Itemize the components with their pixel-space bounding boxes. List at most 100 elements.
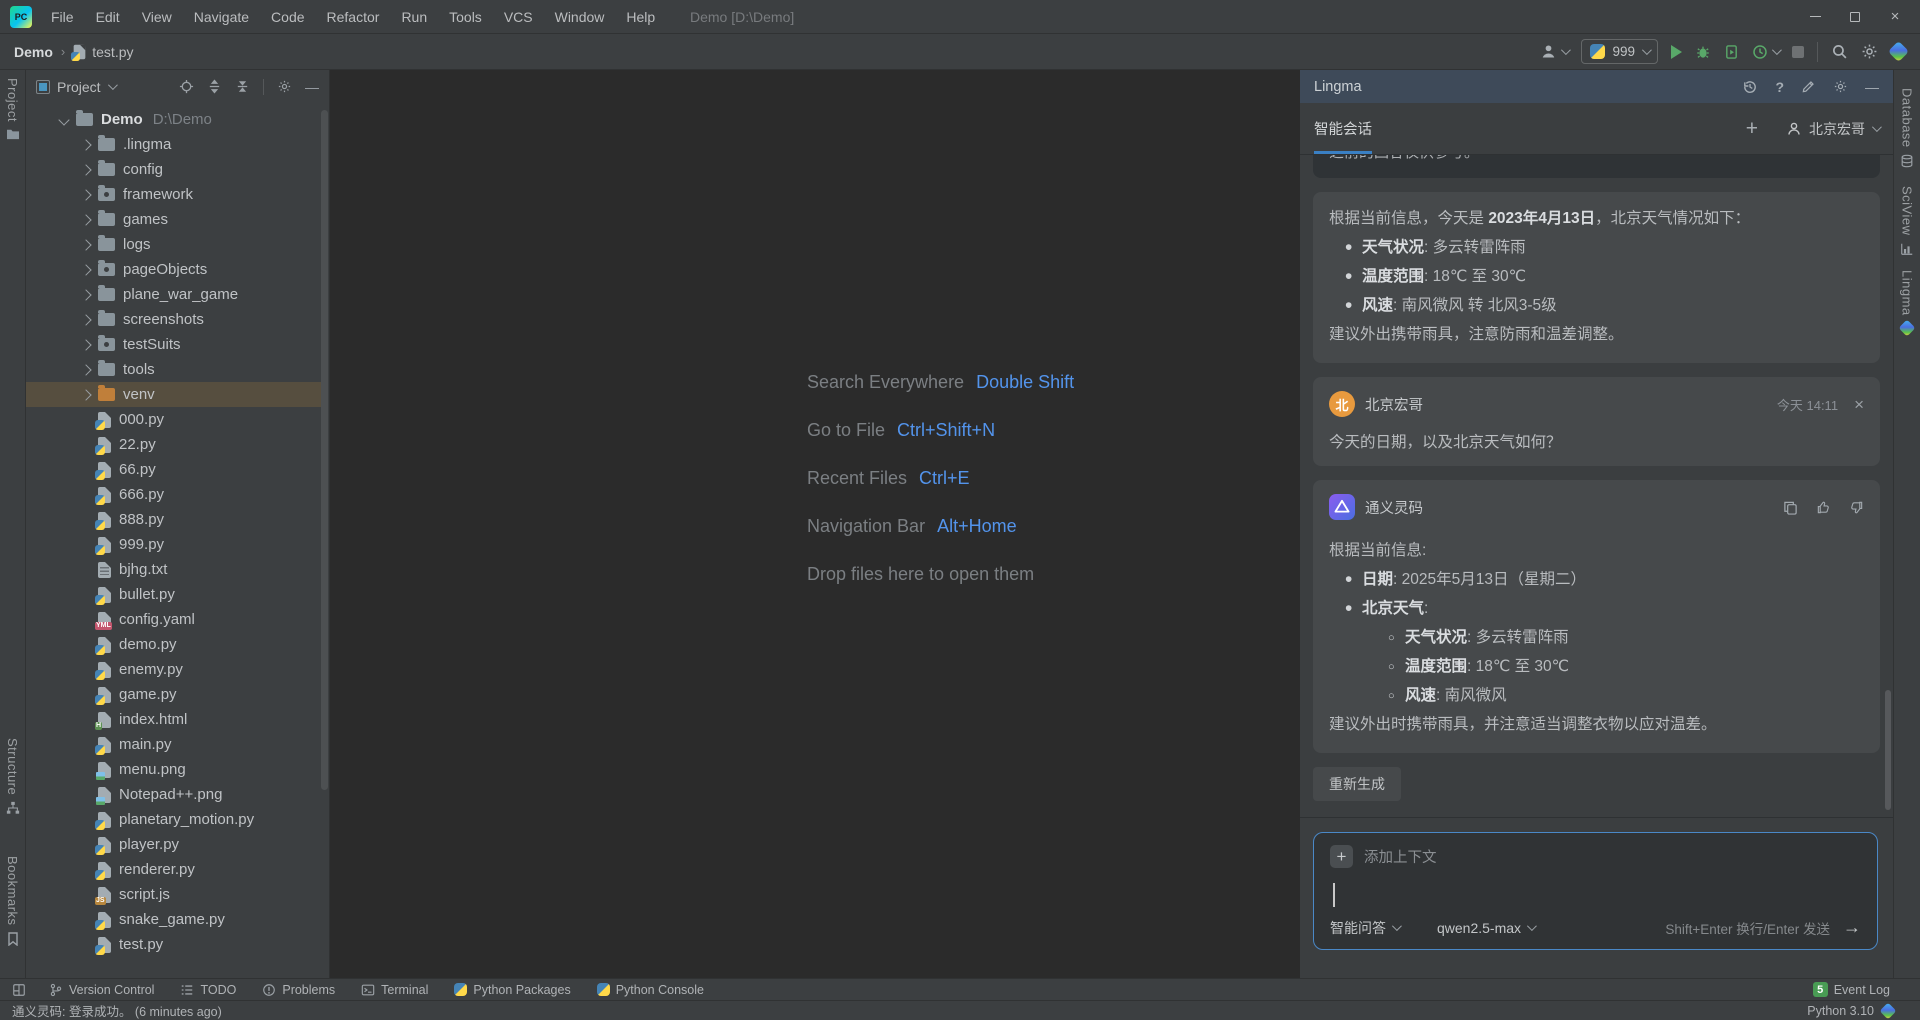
menu-vcs[interactable]: VCS xyxy=(493,0,544,33)
toolwindow-todo[interactable]: TODO xyxy=(167,979,249,1000)
menu-edit[interactable]: Edit xyxy=(85,0,131,33)
tree-item-notepad-png[interactable]: Notepad++.png xyxy=(26,782,321,807)
locate-file-icon[interactable] xyxy=(179,79,194,94)
tree-item-plane-war-game[interactable]: plane_war_game xyxy=(26,282,321,307)
tree-item-player-py[interactable]: player.py xyxy=(26,832,321,857)
minimize-button[interactable] xyxy=(1798,4,1832,30)
history-icon[interactable] xyxy=(1742,79,1758,95)
event-log-button[interactable]: 5 Event Log xyxy=(1812,982,1908,997)
tool-strip-tab-structure[interactable]: Structure xyxy=(0,738,25,815)
menu-tools[interactable]: Tools xyxy=(438,0,493,33)
menu-window[interactable]: Window xyxy=(544,0,616,33)
search-everywhere-icon[interactable] xyxy=(1831,43,1848,60)
new-chat-pencil-icon[interactable] xyxy=(1801,79,1816,94)
toolwindow-python-packages[interactable]: Python Packages xyxy=(441,979,583,1000)
tool-strip-tab-lingma[interactable]: Lingma xyxy=(1894,270,1920,337)
tree-item-bullet-py[interactable]: bullet.py xyxy=(26,582,321,607)
tree-item-22-py[interactable]: 22.py xyxy=(26,432,321,457)
run-with-coverage-button[interactable] xyxy=(1724,44,1739,60)
run-configuration-select[interactable]: 999 xyxy=(1581,39,1658,64)
chevron-down-icon[interactable] xyxy=(107,80,118,91)
delete-message-icon[interactable]: × xyxy=(1854,396,1864,413)
menu-refactor[interactable]: Refactor xyxy=(316,0,391,33)
menu-run[interactable]: Run xyxy=(390,0,438,33)
tree-item-root-demo[interactable]: Demo D:\Demo xyxy=(26,107,321,132)
tree-item--lingma[interactable]: .lingma xyxy=(26,132,321,157)
panel-settings-gear-icon[interactable] xyxy=(277,79,292,94)
mode-select[interactable]: 智能问答 xyxy=(1330,918,1402,938)
tree-item-main-py[interactable]: main.py xyxy=(26,732,321,757)
tree-item-config[interactable]: config xyxy=(26,157,321,182)
chat-input-box[interactable]: + 添加上下文 智能问答 qwen2.5-max Shift+Enter 换行/… xyxy=(1313,832,1878,950)
profiler-button[interactable] xyxy=(1752,44,1782,60)
tree-item-66-py[interactable]: 66.py xyxy=(26,457,321,482)
close-button[interactable]: × xyxy=(1878,4,1912,30)
copy-icon[interactable] xyxy=(1783,500,1798,515)
regenerate-button[interactable]: 重新生成 xyxy=(1313,767,1401,801)
send-button[interactable]: → xyxy=(1843,917,1861,938)
thumb-down-icon[interactable] xyxy=(1849,500,1864,515)
tree-item-tools[interactable]: tools xyxy=(26,357,321,382)
tool-strip-tab-sciview[interactable]: SciView xyxy=(1894,186,1920,256)
menu-code[interactable]: Code xyxy=(260,0,315,33)
tree-item-666-py[interactable]: 666.py xyxy=(26,482,321,507)
tree-item-games[interactable]: games xyxy=(26,207,321,232)
help-icon[interactable]: ? xyxy=(1775,79,1784,95)
menu-navigate[interactable]: Navigate xyxy=(183,0,260,33)
tree-item-888-py[interactable]: 888.py xyxy=(26,507,321,532)
tree-item-enemy-py[interactable]: enemy.py xyxy=(26,657,321,682)
tree-item-script-js[interactable]: JS script.js xyxy=(26,882,321,907)
tree-item-screenshots[interactable]: screenshots xyxy=(26,307,321,332)
tab-smart-chat[interactable]: 智能会话 xyxy=(1314,103,1372,154)
tree-scrollbar[interactable] xyxy=(321,110,328,790)
new-session-plus-icon[interactable]: + xyxy=(1746,117,1758,141)
run-button[interactable] xyxy=(1671,44,1682,59)
tree-item-test-py[interactable]: test.py xyxy=(26,932,321,957)
tool-window-switcher-icon[interactable] xyxy=(12,983,26,997)
tool-strip-tab-bookmarks[interactable]: Bookmarks xyxy=(0,856,25,946)
tree-item-game-py[interactable]: game.py xyxy=(26,682,321,707)
tree-item-venv[interactable]: venv xyxy=(26,382,321,407)
debug-button[interactable] xyxy=(1695,44,1711,60)
tree-item-planetary-motion-py[interactable]: planetary_motion.py xyxy=(26,807,321,832)
tool-strip-tab-project[interactable]: Project xyxy=(0,78,25,140)
hide-panel-icon[interactable]: — xyxy=(305,79,319,95)
add-context-plus-icon[interactable]: + xyxy=(1330,845,1353,868)
lingma-status-icon[interactable] xyxy=(1879,1002,1897,1019)
tree-item-pageobjects[interactable]: pageObjects xyxy=(26,257,321,282)
tree-item-bjhg-txt[interactable]: bjhg.txt xyxy=(26,557,321,582)
tree-item-framework[interactable]: framework xyxy=(26,182,321,207)
settings-gear-icon[interactable] xyxy=(1861,43,1878,60)
breadcrumb-project[interactable]: Demo xyxy=(14,44,53,60)
stop-button[interactable] xyxy=(1792,45,1804,58)
maximize-button[interactable] xyxy=(1838,4,1872,30)
python-interpreter[interactable]: Python 3.10 xyxy=(1807,1004,1874,1018)
user-account-button[interactable] xyxy=(1540,43,1572,60)
status-message[interactable]: 通义灵码: 登录成功。 (6 minutes ago) xyxy=(12,1001,222,1020)
account-menu[interactable]: 北京宏哥 xyxy=(1786,119,1882,139)
menu-help[interactable]: Help xyxy=(615,0,666,33)
tree-item-000-py[interactable]: 000.py xyxy=(26,407,321,432)
toolwindow-terminal[interactable]: Terminal xyxy=(348,979,441,1000)
tree-item-demo-py[interactable]: demo.py xyxy=(26,632,321,657)
lingma-settings-gear-icon[interactable] xyxy=(1833,79,1848,94)
project-panel-title[interactable]: Project xyxy=(57,79,101,95)
tree-item-testsuits[interactable]: testSuits xyxy=(26,332,321,357)
expand-all-icon[interactable] xyxy=(207,79,222,94)
tool-strip-tab-database[interactable]: Database xyxy=(1894,88,1920,168)
breadcrumb-file[interactable]: test.py xyxy=(92,44,133,60)
lingma-icon[interactable] xyxy=(1887,40,1910,63)
tree-item-menu-png[interactable]: menu.png xyxy=(26,757,321,782)
toolwindow-version-control[interactable]: Version Control xyxy=(36,979,167,1000)
chat-scrollbar[interactable] xyxy=(1885,690,1891,810)
collapse-all-icon[interactable] xyxy=(235,79,250,94)
minimize-panel-icon[interactable]: — xyxy=(1865,79,1879,95)
tree-item-config-yaml[interactable]: YML config.yaml xyxy=(26,607,321,632)
model-select[interactable]: qwen2.5-max xyxy=(1437,920,1537,936)
add-context-label[interactable]: 添加上下文 xyxy=(1364,846,1437,867)
tree-item-renderer-py[interactable]: renderer.py xyxy=(26,857,321,882)
thumb-up-icon[interactable] xyxy=(1816,500,1831,515)
toolwindow-problems[interactable]: Problems xyxy=(249,979,348,1000)
tree-item-index-html[interactable]: Hindex.html xyxy=(26,707,321,732)
menu-view[interactable]: View xyxy=(131,0,183,33)
